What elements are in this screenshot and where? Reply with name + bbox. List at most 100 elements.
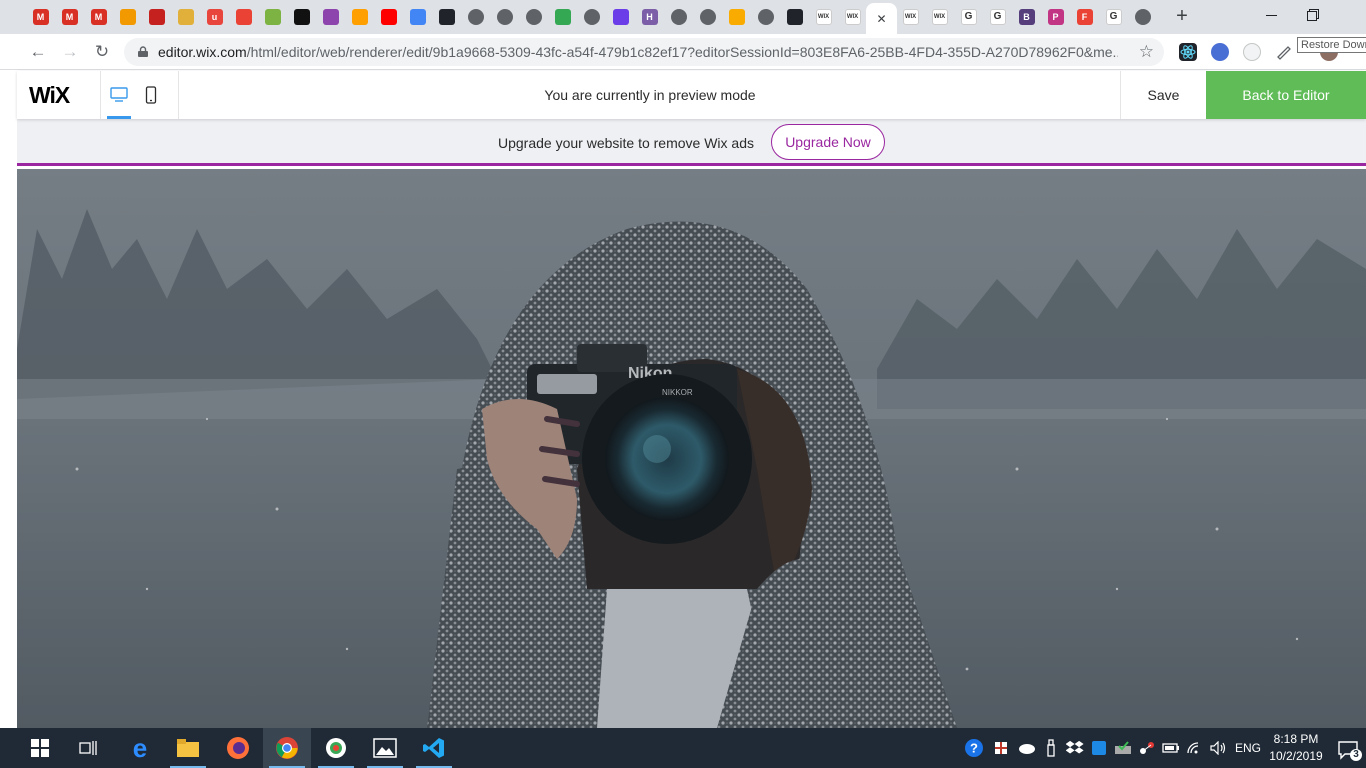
- language-indicator[interactable]: ENG: [1232, 728, 1264, 768]
- wifi-tray-icon[interactable]: [1184, 728, 1206, 768]
- browser-tab[interactable]: [549, 5, 576, 29]
- dropbox-tray-icon[interactable]: [1064, 728, 1086, 768]
- browser-tab[interactable]: u: [201, 5, 228, 29]
- browser-tab[interactable]: [462, 5, 489, 29]
- back-button[interactable]: ←: [26, 40, 50, 64]
- blue-extension-icon[interactable]: [1211, 43, 1229, 61]
- browser-tab[interactable]: [172, 5, 199, 29]
- security-tray-icon[interactable]: [990, 728, 1012, 768]
- clock-time: 8:18 PM: [1273, 732, 1319, 746]
- browser-tab[interactable]: M: [56, 5, 83, 29]
- analytics-icon: [728, 9, 745, 25]
- save-button[interactable]: Save: [1120, 71, 1206, 119]
- chrome-icon: [276, 737, 298, 759]
- upgrade-banner: Upgrade your website to remove Wix ads U…: [17, 119, 1366, 166]
- help-tray-icon[interactable]: ?: [962, 728, 986, 768]
- active-browser-tab[interactable]: ✕: [866, 3, 897, 34]
- browser-tab[interactable]: [288, 5, 315, 29]
- usb-tray-icon[interactable]: [1040, 728, 1062, 768]
- task-view-icon: [79, 741, 97, 755]
- bookmark-star-icon[interactable]: ☆: [1139, 42, 1154, 62]
- store-icon: [235, 9, 252, 25]
- wix-icon: WIX: [815, 9, 832, 25]
- forward-button[interactable]: →: [58, 40, 82, 64]
- gmail-icon: M: [32, 9, 49, 25]
- connection-tray-icon[interactable]: [1136, 728, 1158, 768]
- checkmark-drive-tray-icon[interactable]: [1112, 728, 1134, 768]
- tree-icon: [554, 9, 571, 25]
- browser-tab[interactable]: [607, 5, 634, 29]
- browser-tab[interactable]: [433, 5, 460, 29]
- pen-extension-icon[interactable]: [1275, 43, 1293, 61]
- system-clock[interactable]: 8:18 PM 10/2/2019: [1268, 731, 1324, 765]
- windows-logo-icon: [31, 739, 49, 757]
- start-button[interactable]: [16, 728, 64, 768]
- browser-tab[interactable]: WIX: [897, 5, 924, 29]
- globe-icon: [525, 9, 542, 25]
- browser-tab[interactable]: M: [85, 5, 112, 29]
- firefox-taskbar-button[interactable]: [214, 728, 262, 768]
- face-extension-icon[interactable]: [1243, 43, 1261, 61]
- minimize-button[interactable]: [1248, 0, 1294, 30]
- browser-tab[interactable]: M: [27, 5, 54, 29]
- file-explorer-taskbar-button[interactable]: [164, 728, 212, 768]
- hero-image: Nikon NIKKOR: [17, 169, 1366, 728]
- action-center-button[interactable]: 3: [1336, 736, 1362, 762]
- browser-tab[interactable]: [694, 5, 721, 29]
- browser-tab[interactable]: G: [955, 5, 982, 29]
- onedrive-tray-icon[interactable]: [1015, 728, 1037, 768]
- photos-icon: [373, 738, 397, 758]
- browser-tab[interactable]: P: [1042, 5, 1069, 29]
- clock-date: 10/2/2019: [1269, 749, 1323, 763]
- reload-button[interactable]: ↻: [90, 40, 114, 64]
- react-devtools-extension-icon[interactable]: [1179, 43, 1197, 61]
- browser-tab[interactable]: [665, 5, 692, 29]
- browser-tab[interactable]: [723, 5, 750, 29]
- browser-tab[interactable]: G: [1100, 5, 1127, 29]
- browser-tab[interactable]: [491, 5, 518, 29]
- browser-tab[interactable]: [781, 5, 808, 29]
- photos-taskbar-button[interactable]: [361, 728, 409, 768]
- restore-down-button[interactable]: [1290, 0, 1336, 30]
- browser-tab[interactable]: [346, 5, 373, 29]
- app-taskbar-button[interactable]: [312, 728, 360, 768]
- new-tab-button[interactable]: +: [1170, 4, 1194, 28]
- gmail-icon: M: [90, 9, 107, 25]
- pinterest-like-icon: P: [1047, 9, 1064, 25]
- edge-taskbar-button[interactable]: e: [116, 728, 164, 768]
- firebase-icon: [351, 9, 368, 25]
- browser-tab[interactable]: WIX: [926, 5, 953, 29]
- volume-tray-icon[interactable]: [1208, 728, 1230, 768]
- close-tab-icon[interactable]: ✕: [876, 12, 886, 26]
- browser-tab[interactable]: F: [1071, 5, 1098, 29]
- browser-tab[interactable]: [520, 5, 547, 29]
- browser-tab[interactable]: [259, 5, 286, 29]
- browser-tab[interactable]: [143, 5, 170, 29]
- browser-tab[interactable]: G: [984, 5, 1011, 29]
- vscode-taskbar-button[interactable]: [410, 728, 458, 768]
- upgrade-now-button[interactable]: Upgrade Now: [771, 124, 885, 160]
- browser-tab[interactable]: [404, 5, 431, 29]
- browser-tab[interactable]: WIX: [810, 5, 837, 29]
- browser-tab[interactable]: B: [1013, 5, 1040, 29]
- browser-tab[interactable]: [1129, 5, 1156, 29]
- red-app-icon: [148, 9, 165, 25]
- url-text: editor.wix.com/html/editor/web/renderer/…: [158, 44, 1118, 60]
- browser-tab[interactable]: [114, 5, 141, 29]
- browser-tab[interactable]: [317, 5, 344, 29]
- task-view-button[interactable]: [64, 728, 112, 768]
- back-to-editor-button[interactable]: Back to Editor: [1206, 71, 1366, 119]
- notification-count-badge: 3: [1353, 749, 1359, 760]
- browser-tab-strip: + M M Mu H WIX WIX ✕ WIX WIX G G B P F G: [0, 0, 1366, 34]
- browser-tab[interactable]: H: [636, 5, 663, 29]
- browser-tab[interactable]: [375, 5, 402, 29]
- chrome-taskbar-button[interactable]: [263, 728, 311, 768]
- chrome-colorful-icon: [409, 9, 426, 25]
- network-app-tray-icon[interactable]: [1088, 728, 1110, 768]
- browser-tab[interactable]: WIX: [839, 5, 866, 29]
- browser-tab[interactable]: [230, 5, 257, 29]
- browser-tab[interactable]: [578, 5, 605, 29]
- address-bar[interactable]: editor.wix.com/html/editor/web/renderer/…: [124, 38, 1164, 66]
- browser-tab[interactable]: [752, 5, 779, 29]
- battery-tray-icon[interactable]: [1160, 728, 1182, 768]
